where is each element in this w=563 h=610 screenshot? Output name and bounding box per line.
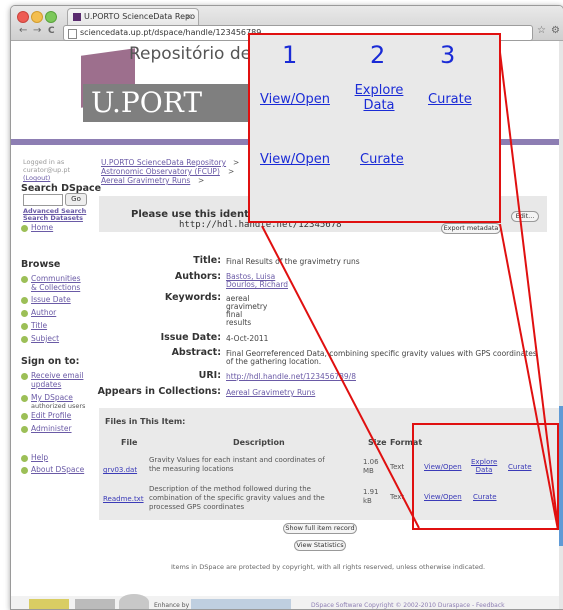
- zoom-callout: 1 2 3 View/Open Explore Data Curate View/…: [248, 33, 501, 223]
- column-number-3: 3: [440, 41, 456, 69]
- callout-line: [261, 225, 420, 529]
- explore-label: Data: [363, 98, 395, 113]
- callout-view-open-link[interactable]: View/Open: [260, 92, 330, 107]
- column-number-2: 2: [370, 41, 386, 69]
- callout-explore-data-link[interactable]: Explore Data: [354, 83, 404, 113]
- column-number-1: 1: [282, 41, 298, 69]
- highlight-box: [412, 423, 559, 530]
- explore-label: Explore: [354, 83, 404, 98]
- callout-curate-link[interactable]: Curate: [360, 152, 404, 167]
- callout-view-open-link[interactable]: View/Open: [260, 152, 330, 167]
- callout-curate-link[interactable]: Curate: [428, 92, 472, 107]
